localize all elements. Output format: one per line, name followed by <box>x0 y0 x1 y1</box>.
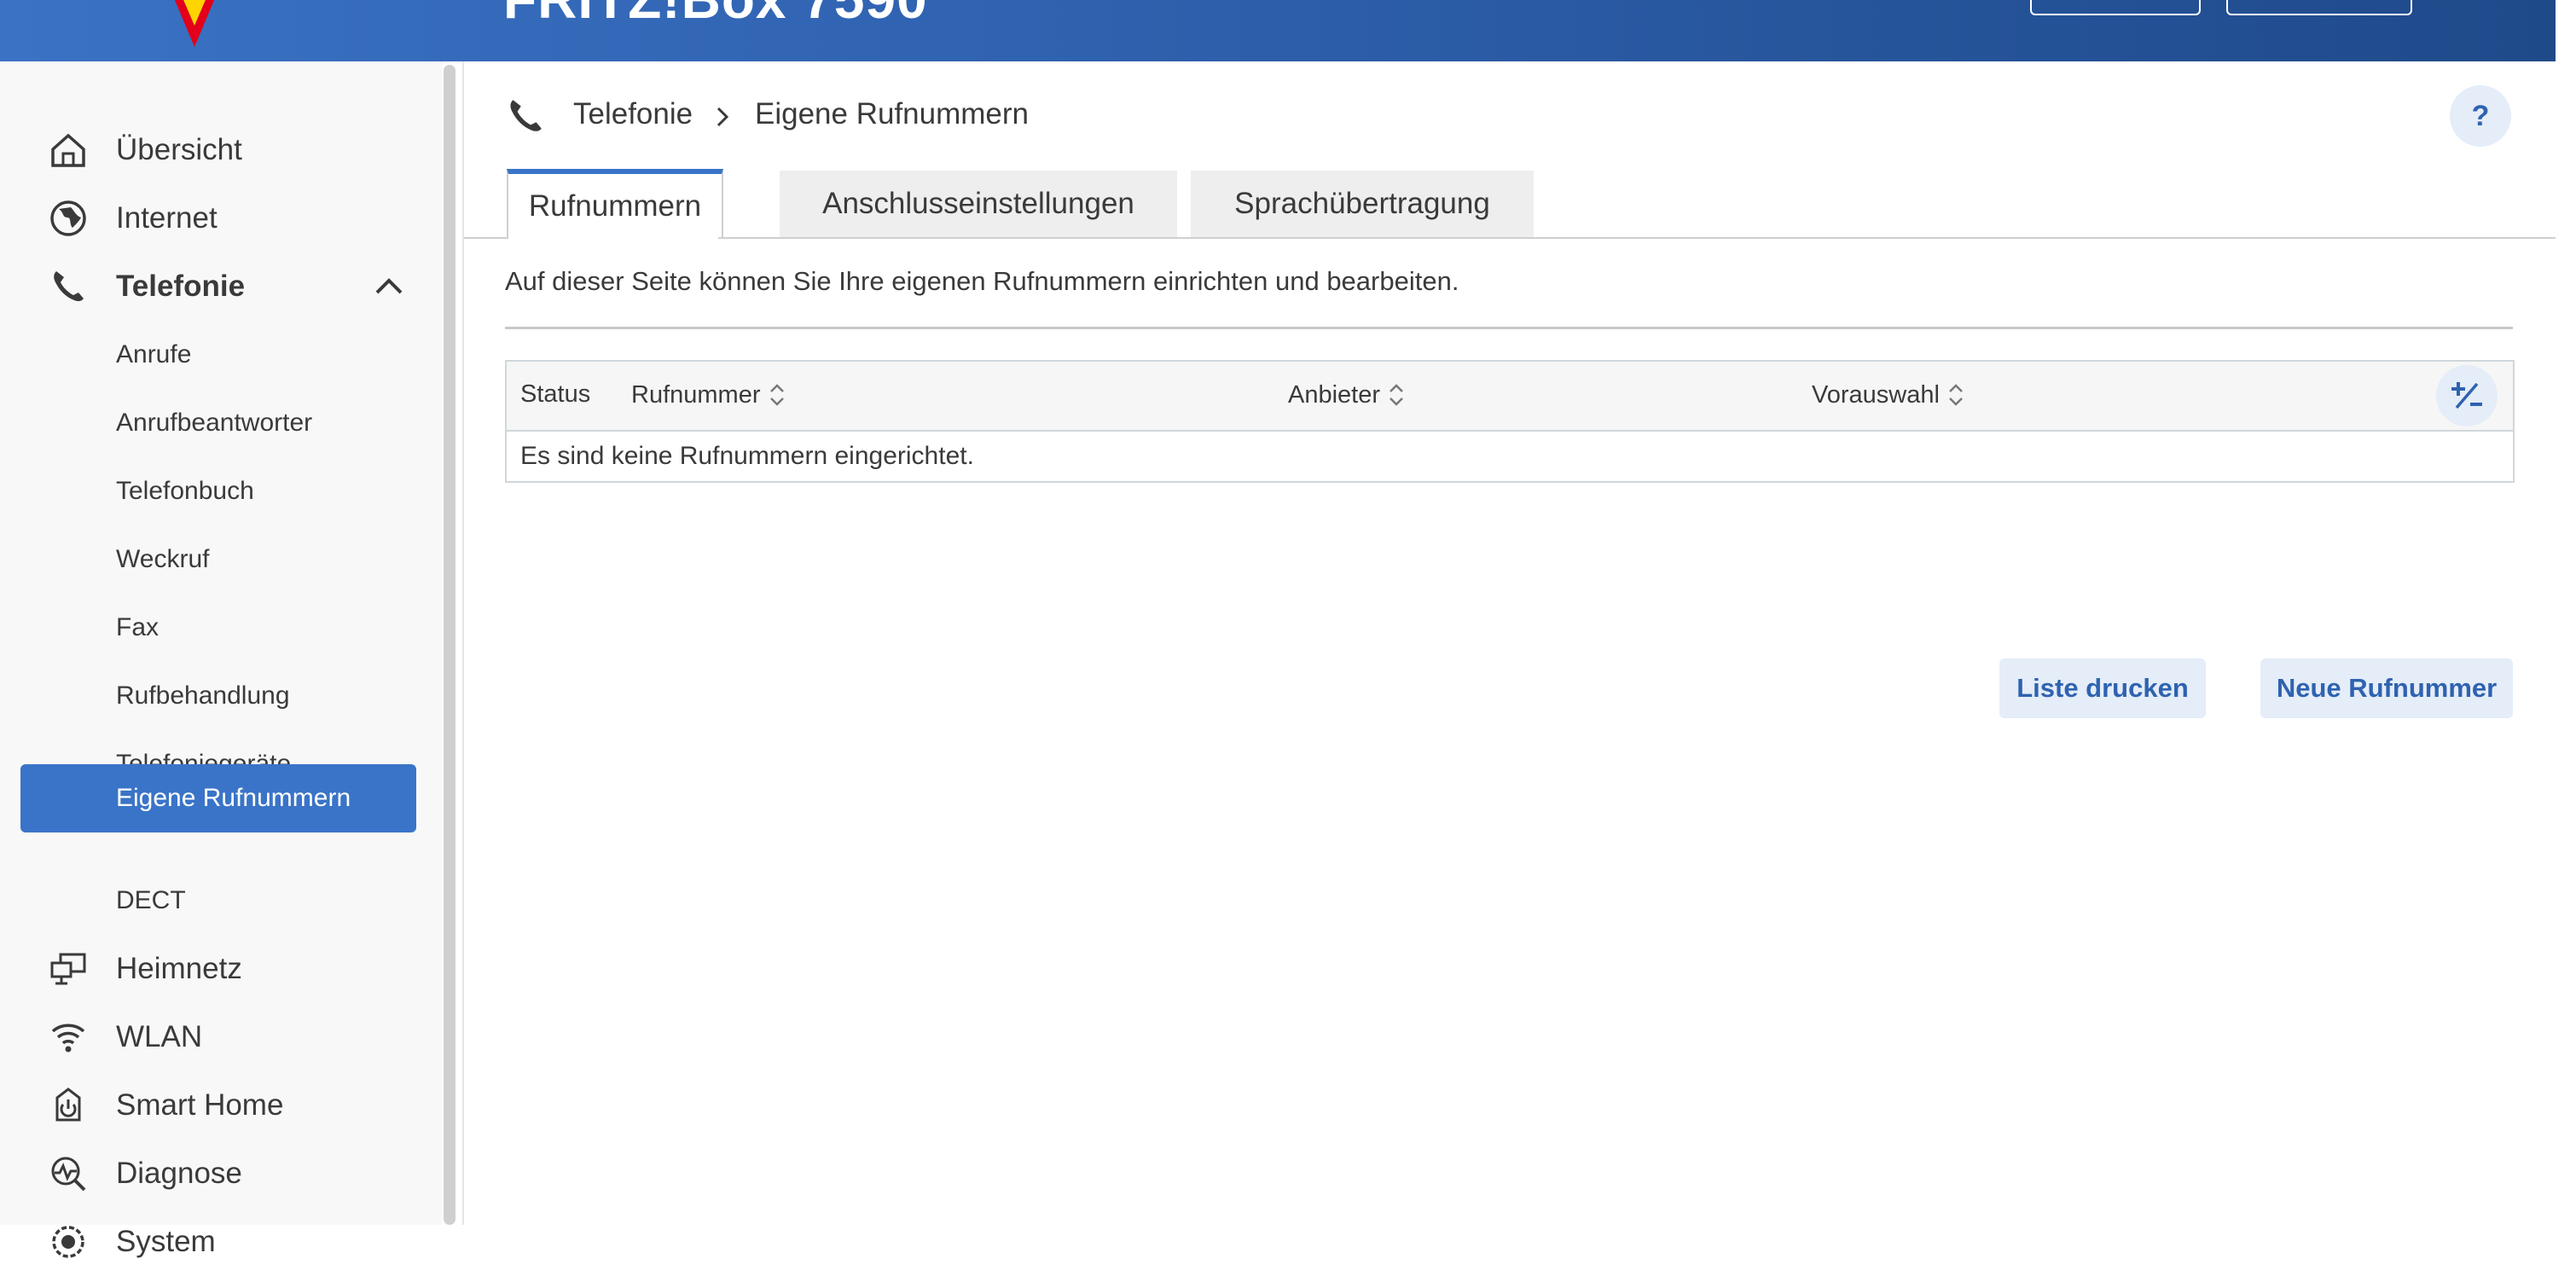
sidebar-item-label: WLAN <box>116 1020 203 1053</box>
column-header-label: Vorauswahl <box>1812 380 1940 409</box>
sidebar-item-label: Internet <box>116 201 218 235</box>
wifi-icon <box>48 1017 89 1058</box>
sidebar-subitem-label: Eigene Rufnummern <box>116 784 351 812</box>
power-icon <box>48 1085 89 1126</box>
sidebar-item-label: System <box>116 1225 216 1258</box>
active-tab-gap <box>508 237 718 239</box>
column-header-rufnummer[interactable]: Rufnummer <box>631 380 788 409</box>
header-button[interactable] <box>2226 0 2412 15</box>
system-icon <box>48 1221 89 1262</box>
sort-icon[interactable] <box>1945 380 1967 409</box>
product-title: FRITZ!Box 7590 <box>503 0 928 31</box>
sidebar-item-smart-home[interactable]: Smart Home <box>0 1071 442 1140</box>
column-header-anbieter[interactable]: Anbieter <box>1288 380 1407 409</box>
diagnose-icon <box>48 1153 89 1194</box>
sidebar-item-telefonie[interactable]: Telefonie <box>0 252 442 321</box>
sidebar-item-label: Diagnose <box>116 1157 242 1190</box>
section-divider <box>505 327 2513 329</box>
fritz-logo[interactable] <box>143 0 246 51</box>
column-header-label: Anbieter <box>1288 380 1381 409</box>
sidebar-item-label: Smart Home <box>116 1088 284 1122</box>
sidebar-subitem-label: Anrufbeantworter <box>116 409 313 437</box>
tab-anschlusseinstellungen[interactable]: Anschlusseinstellungen <box>780 171 1177 237</box>
sidebar-scrollbar-thumb[interactable] <box>444 65 455 1225</box>
rufnummern-table: Status Rufnummer Anbieter Vorauswahl Es … <box>505 360 2515 483</box>
globe-icon <box>48 198 89 239</box>
sidebar-item-label: Übersicht <box>116 133 242 166</box>
new-number-button[interactable]: Neue Rufnummer <box>2260 658 2513 718</box>
top-header: FRITZ!Box 7590 <box>0 0 2556 61</box>
sidebar-subitem-weckruf[interactable]: Weckruf <box>20 525 416 594</box>
column-header-vorauswahl[interactable]: Vorauswahl <box>1812 380 1967 409</box>
sidebar-subitem-label: Rufbehandlung <box>116 682 290 710</box>
sidebar-subitem-eigene-rufnummern[interactable]: Eigene Rufnummern <box>20 764 416 832</box>
tab-rufnummern[interactable]: Rufnummern <box>507 169 723 239</box>
header-button[interactable] <box>2030 0 2201 15</box>
intro-text: Auf dieser Seite können Sie Ihre eigenen… <box>505 266 1459 296</box>
phone-icon <box>510 100 542 131</box>
sidebar-item-wlan[interactable]: WLAN <box>0 1003 442 1071</box>
breadcrumb-section[interactable]: Telefonie <box>573 97 693 131</box>
sidebar: Übersicht Internet Telefonie Anrufe Anru… <box>0 61 442 1258</box>
print-list-button[interactable]: Liste drucken <box>1999 658 2206 718</box>
sidebar-subitem-label: Fax <box>116 613 160 641</box>
sidebar-item-label: Heimnetz <box>116 952 242 985</box>
sidebar-subitem-telefonbuch[interactable]: Telefonbuch <box>20 457 416 525</box>
plus-minus-icon <box>2451 382 2482 409</box>
column-header-label: Status <box>520 380 591 408</box>
plus-minus-button[interactable] <box>2436 365 2498 426</box>
phone-icon <box>48 266 89 307</box>
sidebar-item-heimnetz[interactable]: Heimnetz <box>0 935 442 1003</box>
sidebar-subitem-dect[interactable]: DECT <box>20 867 416 935</box>
tab-sprachuebertragung[interactable]: Sprachübertragung <box>1191 171 1534 237</box>
sidebar-subitem-anrufe[interactable]: Anrufe <box>20 321 416 389</box>
chevron-right-icon <box>717 107 729 127</box>
column-header-status: Status <box>520 380 590 409</box>
sidebar-subitem-anrufbeantworter[interactable]: Anrufbeantworter <box>20 389 416 457</box>
sort-icon[interactable] <box>766 380 788 409</box>
sort-icon[interactable] <box>1385 380 1407 409</box>
column-header-label: Rufnummer <box>631 380 761 409</box>
help-button[interactable]: ? <box>2450 85 2511 147</box>
sidebar-item-uebersicht[interactable]: Übersicht <box>0 116 442 184</box>
tabs-underline <box>464 237 2556 239</box>
sidebar-subitem-label: Anrufe <box>116 340 192 368</box>
network-icon <box>48 948 89 989</box>
sidebar-subitem-label: DECT <box>116 886 186 914</box>
sidebar-subitem-label: Weckruf <box>116 545 210 573</box>
table-empty-message: Es sind keine Rufnummern eingerichtet. <box>520 442 974 470</box>
sidebar-subitem-label: Telefonbuch <box>116 477 254 505</box>
breadcrumb-page: Eigene Rufnummern <box>755 97 1029 130</box>
sidebar-divider <box>462 61 464 1225</box>
window-edge <box>2556 0 2576 61</box>
home-icon <box>48 130 89 171</box>
table-header: Status Rufnummer Anbieter Vorauswahl <box>507 362 2513 432</box>
sidebar-item-label: Telefonie <box>116 270 246 303</box>
sidebar-item-internet[interactable]: Internet <box>0 184 442 252</box>
chevron-up-icon[interactable] <box>372 270 406 304</box>
sidebar-item-system[interactable]: System <box>0 1208 442 1276</box>
sidebar-subitem-rufbehandlung[interactable]: Rufbehandlung <box>20 662 416 730</box>
sidebar-item-diagnose[interactable]: Diagnose <box>0 1140 442 1208</box>
sidebar-subitem-fax[interactable]: Fax <box>20 594 416 662</box>
